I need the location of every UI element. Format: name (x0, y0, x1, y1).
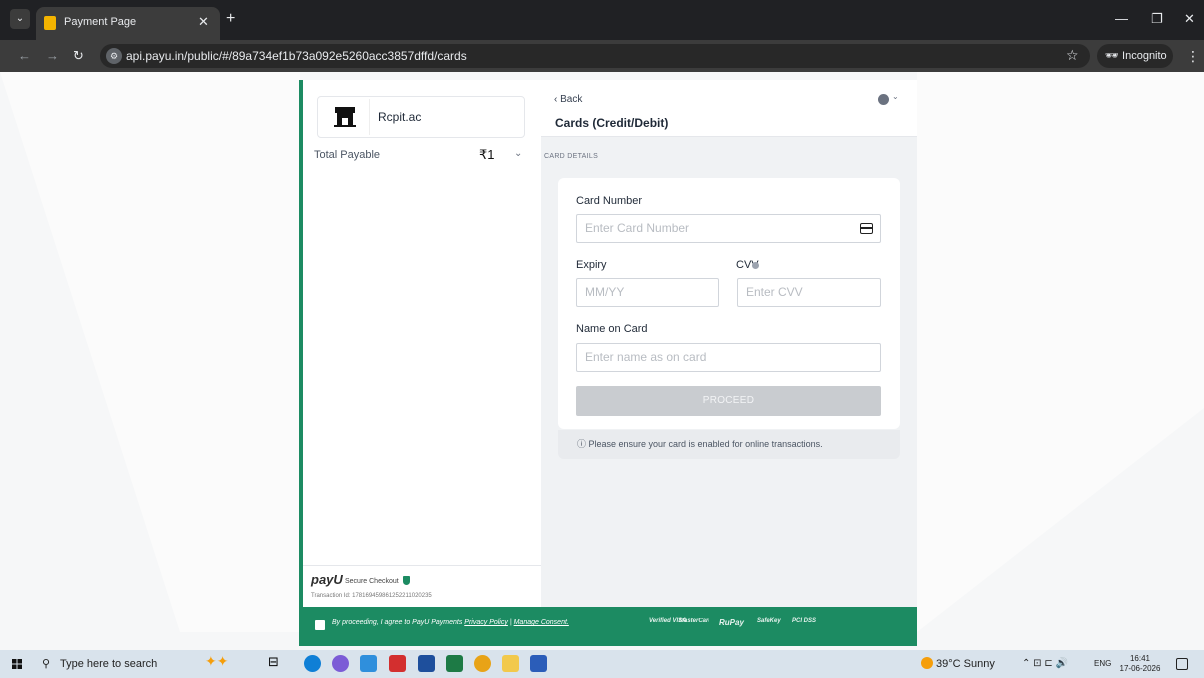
clock[interactable]: 16:41 17-06-2026 (1118, 654, 1162, 674)
windows-start-icon[interactable] (12, 659, 22, 669)
incognito-icon: 🕶 (1105, 50, 1123, 62)
consent-text: By proceeding, I agree to PayU Payments … (332, 619, 569, 626)
minimize-icon[interactable]: — (1115, 11, 1128, 26)
background-shape (0, 72, 300, 632)
consent-footer: By proceeding, I agree to PayU Payments … (299, 607, 917, 646)
payment-panel: ‹ Back Cards (Credit/Debit) ⌄ CARD DETAI… (541, 80, 917, 607)
page-title: Cards (Credit/Debit) (555, 116, 669, 130)
incognito-label: Incognito (1122, 50, 1167, 62)
back-link[interactable]: ‹ Back (554, 94, 582, 105)
name-on-card-label: Name on Card (576, 323, 648, 335)
browser-tab-bar: ⌄ Payment Page ✕ + — ❐ ✕ (0, 0, 1204, 40)
store-icon (334, 107, 356, 127)
store-app-icon[interactable] (418, 655, 435, 672)
page-content: Rcpit.ac Total Payable ₹1 ⌄ payU Secure … (0, 72, 1204, 650)
site-info-icon[interactable]: ⚙ (106, 48, 122, 64)
copilot-sparkle-icon[interactable]: ✦✦ (205, 653, 228, 670)
merchant-card: Rcpit.ac (317, 96, 525, 138)
word-icon[interactable] (530, 655, 547, 672)
user-icon (878, 94, 889, 105)
transaction-id: Transaction Id: 17816945986125221102023​… (311, 593, 432, 599)
expiry-placeholder: MM/YY (585, 285, 625, 299)
file-explorer-icon[interactable] (502, 655, 519, 672)
reload-icon[interactable]: ↻ (73, 48, 84, 64)
excel-icon[interactable] (446, 655, 463, 672)
browser-tab[interactable]: Payment Page ✕ (36, 7, 220, 40)
merchant-name: Rcpit.ac (378, 110, 422, 124)
privacy-policy-link[interactable]: Privacy Policy (464, 619, 508, 626)
restore-icon[interactable]: ❐ (1151, 11, 1163, 27)
order-summary-panel: Rcpit.ac Total Payable ₹1 ⌄ payU Secure … (299, 80, 541, 607)
tab-search-icon[interactable]: ⌄ (10, 9, 30, 29)
total-payable-amount[interactable]: ₹1 (479, 147, 495, 163)
card-details-form: Card Number Enter Card Number Expiry CVV… (558, 178, 900, 429)
browser-menu-icon[interactable]: ⋮ (1186, 48, 1200, 65)
acrobat-icon[interactable] (389, 655, 406, 672)
expiry-input[interactable]: MM/YY (576, 278, 719, 307)
clock-time: 16:41 (1129, 654, 1151, 663)
mastercard-securecode-badge: MasterCard SecureCode (679, 618, 709, 624)
account-menu[interactable]: ⌄ (878, 92, 900, 106)
divider (303, 565, 541, 566)
language-indicator[interactable]: ENG (1094, 659, 1111, 668)
edge-icon[interactable] (304, 655, 321, 672)
chevron-down-icon: ⌄ (892, 92, 899, 101)
task-view-icon[interactable]: ⊟ (268, 654, 285, 671)
shield-icon (403, 576, 410, 585)
name-on-card-input[interactable]: Enter name as on card (576, 343, 881, 372)
tab-title: Payment Page (64, 16, 137, 28)
forward-arrow-icon[interactable]: → (46, 48, 59, 63)
chrome-icon[interactable] (474, 655, 491, 672)
cvv-placeholder: Enter CVV (746, 285, 803, 299)
weather-sun-icon (921, 657, 933, 669)
lock-favicon-icon (44, 16, 56, 30)
bookmark-star-icon[interactable]: ☆ (1066, 47, 1079, 64)
section-label: CARD DETAILS (544, 153, 599, 160)
safekey-badge: SafeKey (757, 618, 781, 624)
weather-text[interactable]: 39°C Sunny (936, 658, 995, 670)
consent-prefix: By proceeding, I agree to PayU Payments (332, 619, 465, 626)
manage-consent-link[interactable]: Manage Consent. (514, 619, 569, 626)
payment-header: ‹ Back Cards (Credit/Debit) ⌄ (541, 80, 917, 137)
pci-dss-badge: PCI DSS (792, 618, 817, 624)
notification-icon[interactable] (1176, 658, 1188, 670)
incognito-badge[interactable]: 🕶 Incognito (1097, 44, 1173, 68)
card-number-input[interactable]: Enter Card Number (576, 214, 881, 243)
card-number-label: Card Number (576, 195, 643, 207)
name-on-card-placeholder: Enter name as on card (585, 350, 707, 364)
chevron-down-icon[interactable]: ⌄ (514, 148, 522, 159)
payu-logo: payU (311, 572, 343, 587)
clock-date: 17-06-2026 (1119, 664, 1161, 673)
card-enabled-notice: ⓘ Please ensure your card is enabled for… (558, 430, 900, 459)
close-window-icon[interactable]: ✕ (1184, 11, 1195, 27)
search-icon: ⚲ (42, 658, 51, 670)
paint-icon[interactable] (360, 655, 377, 672)
card-number-placeholder: Enter Card Number (585, 221, 690, 235)
credit-card-icon (860, 223, 873, 234)
tab-close-icon[interactable]: ✕ (198, 14, 209, 30)
url-text[interactable]: api.payu.in/public/#/89a734ef1b73a092e52… (126, 49, 467, 63)
system-tray-icons[interactable]: ⌃ ⊡ ⊏ 🔊 (1022, 658, 1068, 669)
cvv-input[interactable]: Enter CVV (737, 278, 881, 307)
secure-checkout-label: Secure Checkout (345, 578, 399, 585)
address-toolbar: ← → ↻ ⚙ api.payu.in/public/#/89a734ef1b7… (0, 40, 1204, 72)
rupay-badge: RuPay (719, 618, 744, 627)
new-tab-icon[interactable]: + (226, 10, 235, 28)
windows-taskbar: ⚲ Type here to search ✦✦ ⊟ 39°C Sunny ⌃ … (0, 650, 1204, 678)
taskbar-search-placeholder: Type here to search (60, 658, 158, 670)
background-shape (917, 72, 1204, 632)
proceed-button[interactable]: PROCEED (576, 386, 881, 416)
merchant-logo (320, 99, 370, 135)
taskbar-search[interactable]: ⚲ Type here to search (38, 652, 188, 676)
back-arrow-icon[interactable]: ← (18, 48, 31, 63)
total-payable-label: Total Payable (314, 149, 381, 161)
help-icon[interactable] (752, 262, 759, 269)
expiry-label: Expiry (576, 259, 607, 271)
consent-checkbox[interactable] (315, 620, 325, 630)
url-bar[interactable]: ⚙ api.payu.in/public/#/89a734ef1b73a092e… (100, 44, 1090, 68)
copilot-icon[interactable] (332, 655, 349, 672)
